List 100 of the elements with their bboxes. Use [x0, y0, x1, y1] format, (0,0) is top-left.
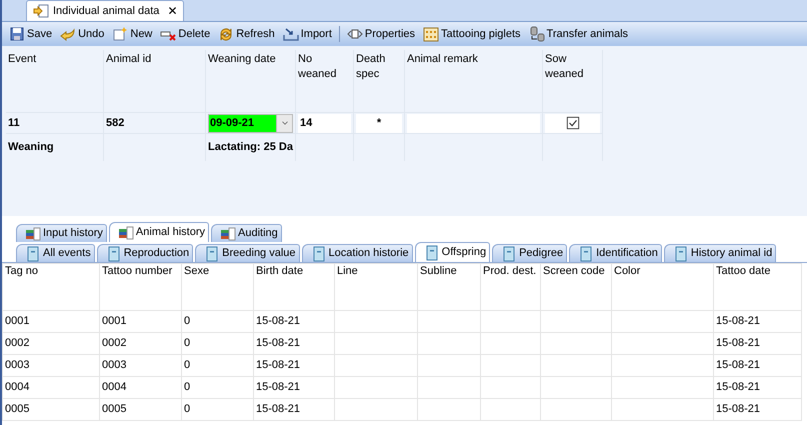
document-icon: [204, 246, 220, 262]
tab[interactable]: Reproduction: [96, 244, 194, 262]
table-cell: 0: [182, 376, 254, 398]
table-cell: [418, 354, 480, 376]
tab[interactable]: Identification: [569, 244, 662, 262]
books-icon: [118, 224, 134, 240]
input-field[interactable]: [407, 114, 540, 132]
column-header: No weaned: [296, 50, 354, 112]
column-header: Sow weaned: [543, 50, 603, 112]
table-cell: 15-08-21: [714, 398, 802, 420]
toolbar-button[interactable]: Refresh: [217, 26, 276, 42]
table-cell: 0003: [100, 354, 182, 376]
table-cell: 15-08-21: [714, 332, 802, 354]
tab[interactable]: Location historie: [302, 244, 413, 262]
table-cell: [540, 376, 612, 398]
document-icon: [310, 246, 327, 262]
close-button[interactable]: ✕: [167, 2, 178, 20]
toolbar-button[interactable]: Tattooing piglets: [422, 26, 522, 42]
table-cell: 0003: [2, 354, 100, 376]
table-cell: 15-08-21: [254, 354, 334, 376]
table-cell: 0005: [2, 398, 100, 420]
tab[interactable]: Offspring: [414, 242, 490, 262]
column-header: Death spec: [354, 50, 405, 112]
document-icon: [578, 246, 594, 262]
column-header: Tag no: [2, 264, 100, 310]
column-header: Prod. dest.: [480, 264, 540, 310]
column-header: Line: [334, 264, 418, 310]
table-cell: 15-08-21: [714, 354, 802, 376]
column-header: Subline: [418, 264, 480, 310]
table-cell: [480, 376, 540, 398]
tab[interactable]: Auditing: [211, 224, 282, 242]
table-cell: 15-08-21: [714, 310, 802, 332]
table-cell: [480, 354, 540, 376]
column-header: Event: [6, 50, 104, 112]
table-cell: [480, 398, 540, 420]
toolbar-button[interactable]: New: [111, 26, 154, 42]
summary-text: Lactating: 25 Da: [208, 140, 293, 156]
toolbar-button[interactable]: Save: [8, 26, 54, 42]
refresh-icon: [218, 26, 234, 42]
table-cell: 0004: [2, 376, 100, 398]
toolbar-button[interactable]: Transfer animals: [528, 26, 630, 42]
table-cell: 0005: [100, 398, 182, 420]
table-cell: [540, 332, 612, 354]
new-document-icon: [112, 26, 128, 42]
table-cell: 15-08-21: [254, 332, 334, 354]
import-icon: [282, 26, 299, 42]
column-header: Animal remark: [405, 50, 543, 112]
table-cell: 0002: [100, 332, 182, 354]
column-header: Tattoo date: [714, 264, 802, 310]
table-cell: 0: [182, 398, 254, 420]
column-header: Birth date: [254, 264, 334, 310]
summary-text: Weaning: [8, 140, 54, 156]
tab[interactable]: Animal history: [108, 222, 209, 242]
document-icon: [25, 246, 41, 262]
document-arrow-icon: [33, 3, 49, 19]
column-header: Sexe: [182, 264, 254, 310]
column-header: Color: [612, 264, 714, 310]
table-cell: 0004: [100, 376, 182, 398]
toolbar-button[interactable]: Import: [282, 26, 333, 42]
table-cell: [540, 398, 612, 420]
table-cell: [540, 310, 612, 332]
table-cell: [418, 332, 480, 354]
table-cell: [418, 398, 480, 420]
column-header: Animal id: [104, 50, 206, 112]
document-tab[interactable]: Individual animal data ✕: [26, 0, 184, 21]
document-icon: [424, 244, 440, 260]
table-cell: [540, 354, 612, 376]
save-icon: [9, 26, 25, 42]
column-header: Weaning date: [206, 50, 296, 112]
table-cell: 0002: [2, 332, 100, 354]
date-field[interactable]: 09-09-21: [208, 114, 293, 132]
table-cell: 15-08-21: [714, 376, 802, 398]
input-field[interactable]: 14: [298, 114, 351, 132]
tab[interactable]: History animal id: [664, 244, 776, 262]
calendar-grid-icon: [423, 26, 440, 42]
tab[interactable]: Breeding value: [195, 244, 300, 262]
table-cell: 0001: [100, 310, 182, 332]
toolbar-button[interactable]: Delete: [159, 26, 212, 42]
database-transfer-icon: [528, 26, 545, 42]
tab-label: Individual animal data: [53, 4, 160, 19]
table-cell: 0: [182, 354, 254, 376]
toolbar-button[interactable]: Undo: [59, 26, 106, 42]
column-header: Screen code: [540, 264, 612, 310]
table-cell: [418, 376, 480, 398]
table-cell: 0: [182, 332, 254, 354]
input-field[interactable]: *: [356, 114, 402, 132]
table-cell: [480, 332, 540, 354]
tab[interactable]: Pedigree: [492, 244, 568, 262]
tab[interactable]: All events: [16, 244, 95, 262]
field-value: 11: [8, 116, 20, 131]
document-icon: [672, 246, 689, 262]
table-cell: [418, 310, 480, 332]
field-value: 582: [106, 116, 124, 131]
column-header: Tattoo number: [100, 264, 182, 310]
toolbar-button[interactable]: Properties: [346, 26, 416, 42]
table-cell: 15-08-21: [254, 376, 334, 398]
checkbox[interactable]: [566, 116, 580, 130]
table-cell: 15-08-21: [254, 398, 334, 420]
table-cell: [480, 310, 540, 332]
tab[interactable]: Input history: [16, 224, 107, 242]
